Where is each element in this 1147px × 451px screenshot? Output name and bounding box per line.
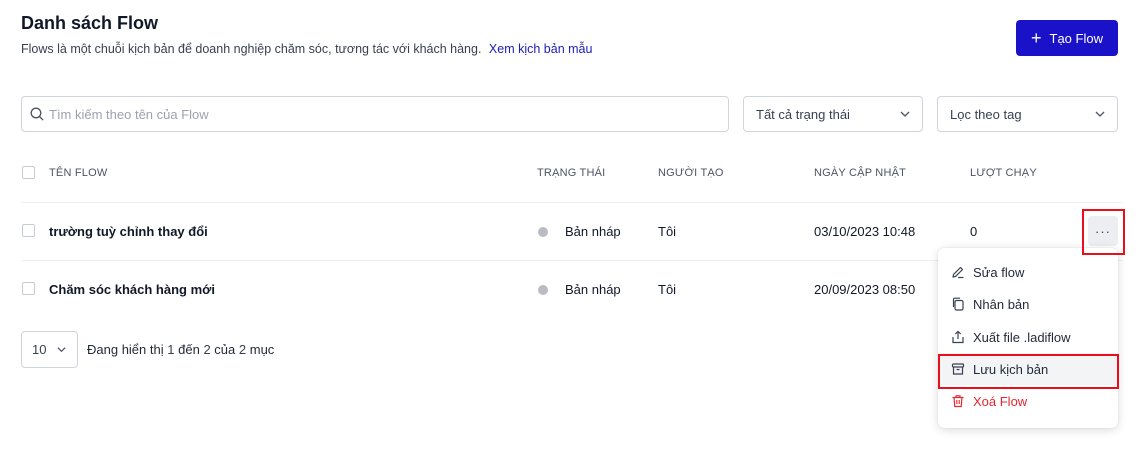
flow-updated: 03/10/2023 10:48 <box>814 224 916 239</box>
search-icon <box>30 107 44 121</box>
status-filter-value: Tất cả trạng thái <box>756 106 850 122</box>
menu-item-label: Nhân bản <box>973 296 1030 312</box>
more-actions-button[interactable]: ··· <box>1088 216 1118 246</box>
subtitle-text: Flows là một chuỗi kịch bản để doanh ngh… <box>21 42 482 56</box>
pagination-of-word: của <box>214 342 236 357</box>
pagination-to-word: đến <box>178 342 200 357</box>
row-checkbox[interactable] <box>22 224 35 237</box>
archive-icon <box>951 363 965 375</box>
status-filter-select[interactable]: Tất cả trạng thái <box>743 96 923 132</box>
create-flow-label: Tạo Flow <box>1049 30 1103 46</box>
column-header-runs[interactable]: LƯỢT CHẠY <box>970 167 1037 179</box>
edit-icon <box>952 266 964 279</box>
pagination-from: 1 <box>167 342 175 357</box>
pagination-prefix: Đang hiển thị <box>87 342 164 357</box>
trash-icon <box>952 395 964 408</box>
row-checkbox[interactable] <box>22 282 35 295</box>
column-header-creator[interactable]: NGƯỜI TẠO <box>658 167 724 179</box>
menu-item-label: Xuất file .ladiflow <box>973 329 1071 345</box>
flow-creator: Tôi <box>658 282 677 297</box>
per-page-value: 10 <box>32 342 47 357</box>
pagination-info: Đang hiển thị 1 đến 2 của 2 mục <box>87 342 274 357</box>
flow-updated: 20/09/2023 08:50 <box>814 282 916 297</box>
menu-item-label: Sửa flow <box>973 264 1025 280</box>
search-input[interactable] <box>49 106 699 122</box>
tag-filter-value: Lọc theo tag <box>950 106 1022 122</box>
chevron-down-icon <box>57 347 66 353</box>
pagination-to: 2 <box>203 342 211 357</box>
chevron-down-icon <box>900 111 910 117</box>
menu-item-delete[interactable]: Xoá Flow <box>938 385 1118 417</box>
column-header-updated[interactable]: NGÀY CẬP NHẬT <box>814 167 906 179</box>
status-dot-icon <box>538 227 548 237</box>
row-actions-menu: Sửa flow Nhân bản Xuất file .ladiflow Lư… <box>938 248 1118 428</box>
flow-status: Bản nháp <box>565 224 621 239</box>
table-divider <box>21 202 1123 203</box>
flow-status: Bản nháp <box>565 282 621 297</box>
menu-item-save-template[interactable]: Lưu kịch bản <box>938 353 1118 385</box>
pagination-suffix: mục <box>249 342 275 357</box>
chevron-down-icon <box>1095 111 1105 117</box>
status-dot-icon <box>538 285 548 295</box>
page-title: Danh sách Flow <box>21 13 159 33</box>
flow-runs: 0 <box>970 224 978 239</box>
menu-item-export[interactable]: Xuất file .ladiflow <box>938 321 1118 353</box>
plus-icon: + <box>1031 28 1042 48</box>
menu-item-edit[interactable]: Sửa flow <box>938 256 1118 288</box>
page-subtitle: Flows là một chuỗi kịch bản để doanh ngh… <box>21 42 592 56</box>
menu-item-label: Xoá Flow <box>973 393 1028 409</box>
select-all-checkbox[interactable] <box>22 166 35 179</box>
sample-flow-link[interactable]: Xem kịch bản mẫu <box>489 42 593 56</box>
export-icon <box>952 330 964 344</box>
column-header-name[interactable]: TÊN FLOW <box>49 167 107 179</box>
search-box[interactable] <box>21 96 729 132</box>
per-page-select[interactable]: 10 <box>21 331 78 368</box>
pagination-total: 2 <box>238 342 247 357</box>
menu-item-duplicate[interactable]: Nhân bản <box>938 288 1118 320</box>
create-flow-button[interactable]: + Tạo Flow <box>1016 20 1118 56</box>
menu-item-label: Lưu kịch bản <box>973 361 1049 377</box>
copy-icon <box>952 297 964 311</box>
tag-filter-select[interactable]: Lọc theo tag <box>937 96 1118 132</box>
flow-creator: Tôi <box>658 224 677 239</box>
flow-name[interactable]: Chăm sóc khách hàng mới <box>49 282 215 297</box>
flow-name[interactable]: trường tuỳ chỉnh thay đổi <box>49 224 208 239</box>
column-header-status[interactable]: TRẠNG THÁI <box>537 167 605 179</box>
